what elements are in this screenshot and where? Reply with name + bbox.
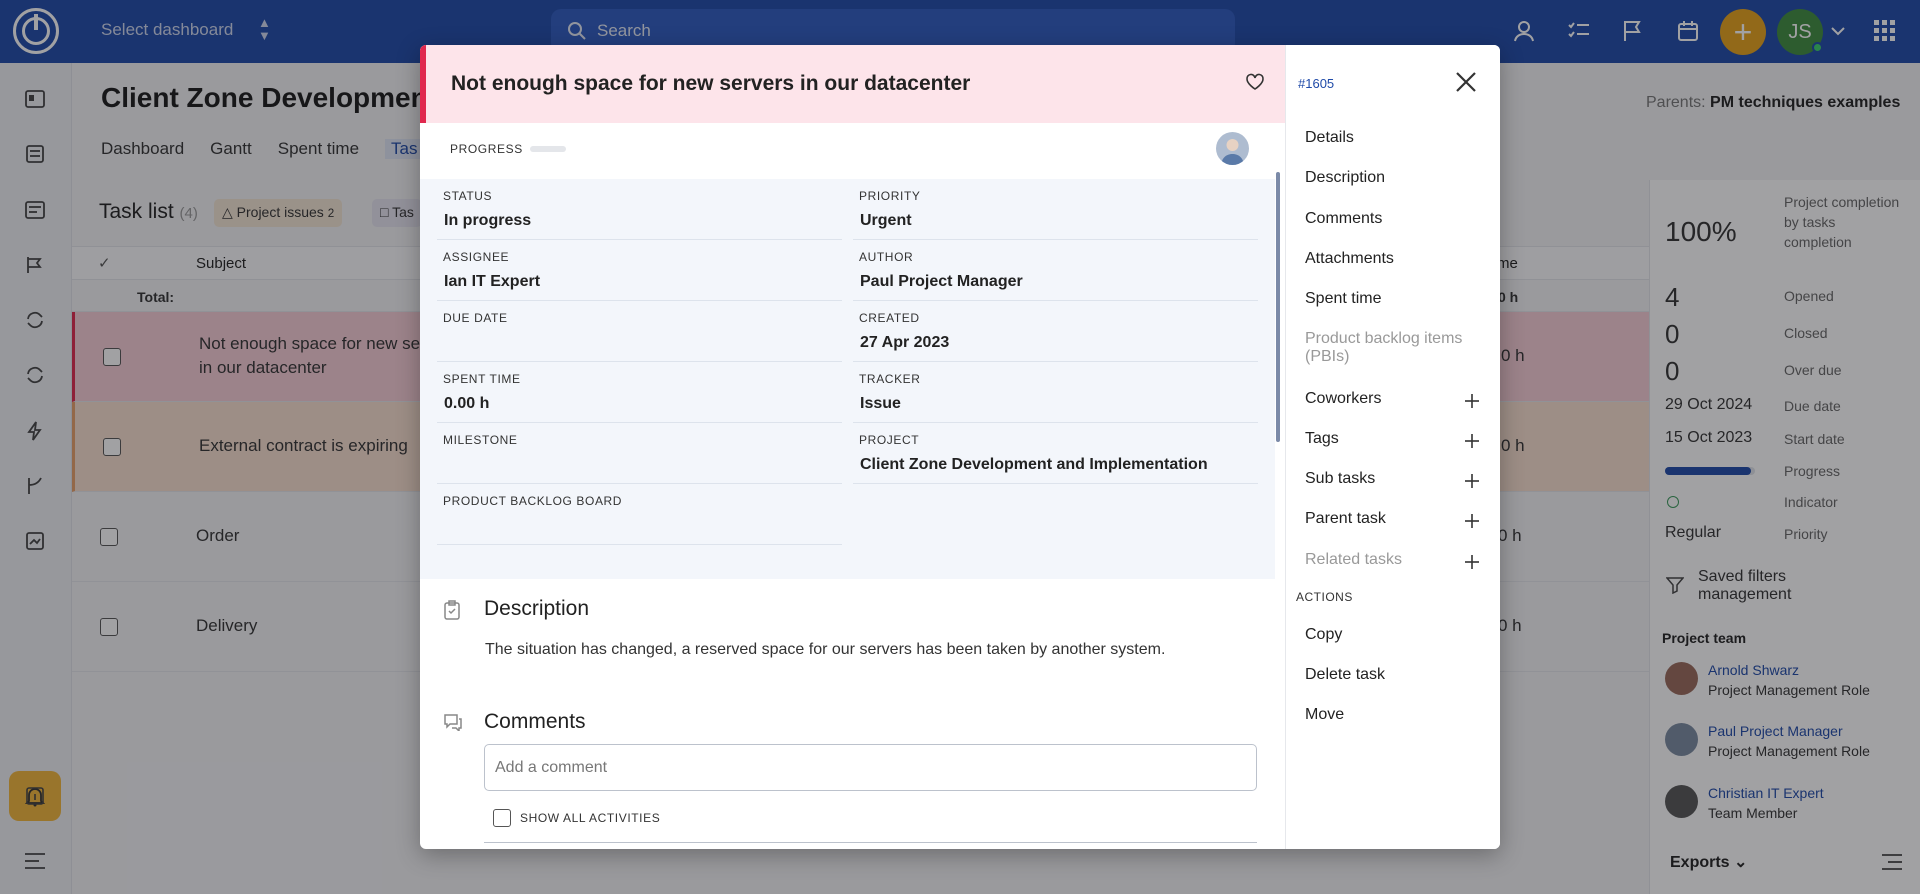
comments-icon <box>443 713 463 731</box>
field-label: MILESTONE <box>443 433 518 447</box>
nav-comments[interactable]: Comments <box>1305 210 1382 228</box>
description-text[interactable]: The situation has changed, a reserved sp… <box>485 641 1165 659</box>
field-label: DUE DATE <box>443 311 508 325</box>
field-author[interactable]: AUTHOR Paul Project Manager <box>853 240 1258 301</box>
field-value: Urgent <box>860 212 912 229</box>
description-heading: Description <box>484 597 590 620</box>
field-value: In progress <box>444 212 532 229</box>
field-project[interactable]: PROJECT Client Zone Development and Impl… <box>853 423 1258 484</box>
field-priority[interactable]: PRIORITY Urgent <box>853 179 1258 240</box>
field-value: Issue <box>860 395 901 412</box>
nav-spent-time[interactable]: Spent time <box>1305 290 1381 308</box>
field-label: TRACKER <box>859 372 921 386</box>
delete-task-action[interactable]: Delete task <box>1305 666 1385 684</box>
field-value: 27 Apr 2023 <box>860 334 950 351</box>
actions-heading: ACTIONS <box>1296 590 1353 604</box>
modal-scrollbar[interactable] <box>1276 172 1280 442</box>
modal-header: Not enough space for new servers in our … <box>420 45 1285 123</box>
field-value: Ian IT Expert <box>444 273 541 290</box>
field-status[interactable]: STATUS In progress <box>437 179 842 240</box>
nav-coworkers[interactable]: Coworkers <box>1305 390 1381 408</box>
task-progress-bar <box>530 146 566 152</box>
field-label: ASSIGNEE <box>443 250 510 264</box>
field-tracker[interactable]: TRACKER Issue <box>853 362 1258 423</box>
field-spent-time[interactable]: SPENT TIME 0.00 h <box>437 362 842 423</box>
add-coworker-plus-icon[interactable] <box>1464 393 1480 409</box>
task-title[interactable]: Not enough space for new servers in our … <box>451 72 970 96</box>
task-id-link[interactable]: #1605 <box>1298 76 1334 91</box>
field-value: Paul Project Manager <box>860 273 1023 290</box>
nav-description[interactable]: Description <box>1305 169 1385 187</box>
progress-label: PROGRESS <box>450 142 523 156</box>
nav-sub-tasks[interactable]: Sub tasks <box>1305 470 1375 488</box>
field-value: Client Zone Development and Implementati… <box>860 456 1208 473</box>
field-product-backlog-board[interactable]: PRODUCT BACKLOG BOARD <box>437 484 842 545</box>
nav-pbi[interactable]: Product backlog items (PBIs) <box>1305 330 1485 366</box>
show-all-activities-checkbox[interactable]: SHOW ALL ACTIVITIES <box>493 809 660 827</box>
field-label: CREATED <box>859 311 920 325</box>
field-label: PRIORITY <box>859 189 921 203</box>
field-label: AUTHOR <box>859 250 914 264</box>
field-label: PROJECT <box>859 433 920 447</box>
copy-action[interactable]: Copy <box>1305 626 1342 644</box>
assignee-avatar[interactable] <box>1216 132 1249 165</box>
clipboard-icon <box>443 600 461 620</box>
field-label: SPENT TIME <box>443 372 521 386</box>
comments-heading: Comments <box>484 710 586 733</box>
move-action[interactable]: Move <box>1305 706 1344 724</box>
add-related-task-plus-icon[interactable] <box>1464 554 1480 570</box>
field-created: CREATED 27 Apr 2023 <box>853 301 1258 362</box>
nav-tags[interactable]: Tags <box>1305 430 1339 448</box>
field-value: 0.00 h <box>444 395 490 412</box>
comment-input[interactable]: Add a comment <box>484 744 1257 791</box>
modal-side-nav: #1605 Details Description Comments Attac… <box>1285 45 1500 849</box>
add-tag-plus-icon[interactable] <box>1464 433 1480 449</box>
field-assignee[interactable]: ASSIGNEE Ian IT Expert <box>437 240 842 301</box>
checkbox-box[interactable] <box>493 809 511 827</box>
field-due-date[interactable]: DUE DATE <box>437 301 842 362</box>
add-subtask-plus-icon[interactable] <box>1464 473 1480 489</box>
show-all-activities-label: SHOW ALL ACTIVITIES <box>520 811 661 825</box>
nav-related-tasks[interactable]: Related tasks <box>1305 551 1402 569</box>
nav-details[interactable]: Details <box>1305 129 1354 147</box>
field-milestone[interactable]: MILESTONE <box>437 423 842 484</box>
task-attributes: STATUS In progress PRIORITY Urgent ASSIG… <box>420 179 1275 579</box>
modal-main: PROGRESS STATUS In progress PRIORITY Urg… <box>420 123 1275 849</box>
field-label: STATUS <box>443 189 493 203</box>
nav-attachments[interactable]: Attachments <box>1305 250 1394 268</box>
divider <box>484 842 1257 843</box>
task-detail-modal: Not enough space for new servers in our … <box>420 45 1500 849</box>
add-parent-task-plus-icon[interactable] <box>1464 513 1480 529</box>
heart-icon[interactable] <box>1245 73 1265 91</box>
field-label: PRODUCT BACKLOG BOARD <box>443 494 623 508</box>
nav-parent-task[interactable]: Parent task <box>1305 510 1386 528</box>
close-icon[interactable] <box>1455 71 1477 93</box>
